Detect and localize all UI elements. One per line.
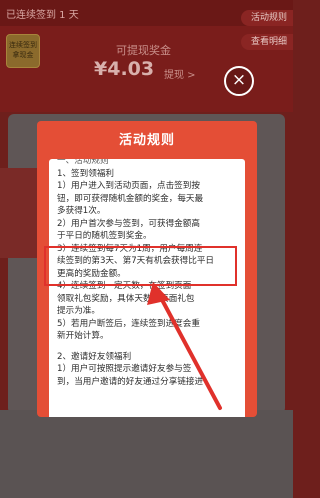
rule-line-highlight: 更高的奖励金额。: [57, 268, 126, 279]
rules-scroll-area[interactable]: 一、活动规则 1、签到领福利 1）用户进入到活动页面，点击签到按 钮，即可获得随…: [49, 159, 245, 417]
rule-line: 5）若用户断签后，连续签到进度会重: [57, 318, 200, 329]
bottom-area-background: [0, 410, 293, 498]
withdrawable-label: 可提现奖金: [116, 44, 171, 57]
rule-line-highlight: 3）连续签到每7天为1周，用户每周连: [57, 243, 203, 254]
side-banner-background: [0, 168, 40, 258]
rule-line: 到，当用户邀请的好友通过分享链接进: [57, 376, 204, 387]
withdrawable-amount: ¥4.03: [94, 58, 155, 80]
modal-title: 活动规则: [118, 133, 175, 148]
records-pill-button[interactable]: 查看明细: [240, 34, 293, 50]
rule-line: 1）用户可按照提示邀请好友参与签: [57, 364, 192, 374]
streak-counter: 已连续签到 1 天: [6, 10, 79, 21]
rule-line: 钮，即可获得随机金额的奖金，每天最: [57, 193, 204, 204]
rules-pill-button[interactable]: 活动规则: [240, 10, 293, 26]
withdraw-link[interactable]: 提现 >: [164, 66, 196, 81]
rules-heading: 一、活动规则: [57, 159, 109, 166]
rule-line: 新开始计算。: [57, 331, 109, 341]
close-icon[interactable]: ×: [224, 66, 254, 96]
rule-line: 领取礼包奖励，具体天数以页面礼包: [57, 293, 195, 304]
checkin-gift-icon[interactable]: 连续签到 拿现金: [6, 34, 40, 68]
section-title: 2、邀请好友领福利: [57, 351, 132, 362]
rule-line: 多获得1次。: [57, 206, 106, 216]
section-title: 1、签到领福利: [57, 168, 115, 179]
rule-line: 1）用户进入到活动页面，点击签到按: [57, 181, 200, 191]
rule-line: 2）用户首次参与签到，可获得金额高: [57, 218, 200, 229]
rule-line: 提示为准。: [57, 306, 100, 316]
rules-modal: 活动规则 一、活动规则 1、签到领福利 1）用户进入到活动页面，点击签到按 钮，…: [37, 121, 257, 417]
rule-line: 于平日的随机签到奖金。: [57, 231, 152, 241]
rule-line-highlight: 续签到的第3天、第7天有机会获得比平日: [57, 256, 215, 266]
rule-line: 4）连续签到一定天数，在签到页面: [57, 281, 192, 291]
